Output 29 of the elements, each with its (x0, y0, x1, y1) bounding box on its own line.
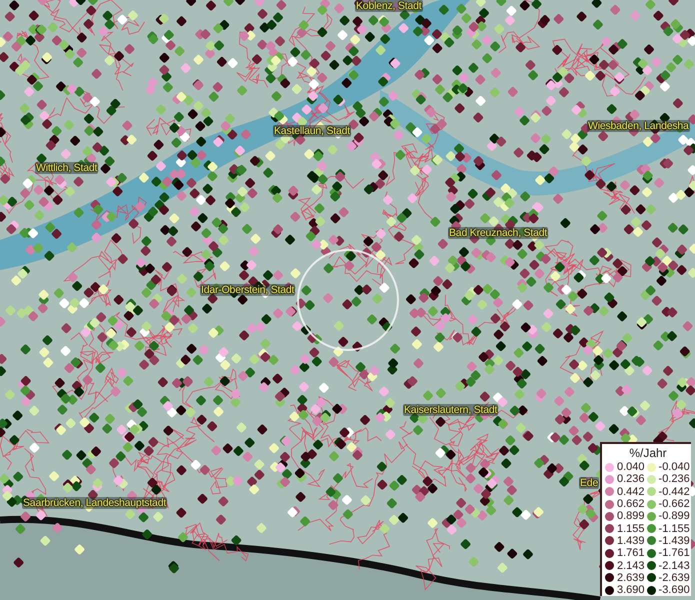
legend-value: -0.442 (658, 486, 690, 498)
place-label: Wiesbaden, Landesha (587, 120, 690, 132)
legend-value: 2.639 (617, 572, 645, 584)
legend-value: -1.155 (658, 522, 690, 535)
legend-value: 2.143 (617, 560, 645, 572)
legend-value: -0.040 (658, 461, 690, 474)
legend-value: -1.761 (658, 547, 690, 560)
legend-value: -1.439 (658, 534, 690, 547)
legend-value: 1.439 (617, 534, 645, 547)
place-label: Ede (579, 477, 600, 489)
legend-value: 3.690 (617, 584, 645, 596)
place-label: Bad Kreuznach, Stadt (448, 227, 548, 239)
legend-value: -3.690 (658, 584, 690, 596)
legend-value: -0.899 (658, 510, 690, 522)
legend-value: 0.040 (617, 461, 645, 474)
place-label: Wittlich, Stadt (35, 162, 98, 174)
legend-title: %/Jahr (628, 446, 668, 460)
legend-value: -2.143 (658, 560, 690, 572)
legend-value: 1.761 (617, 547, 645, 560)
legend-value: 0.442 (617, 486, 645, 498)
place-label: Kaiserslautern, Stadt (403, 404, 498, 416)
legend-value: 0.662 (617, 498, 645, 510)
legend-value: -2.639 (658, 572, 690, 584)
legend-value: 0.236 (617, 473, 645, 486)
place-label: Koblenz, Stadt (355, 0, 422, 12)
legend-value: 0.899 (617, 510, 645, 522)
legend-value: -0.662 (658, 498, 690, 510)
legend-value: 1.155 (617, 522, 645, 535)
legend-value: -0.236 (658, 473, 690, 486)
